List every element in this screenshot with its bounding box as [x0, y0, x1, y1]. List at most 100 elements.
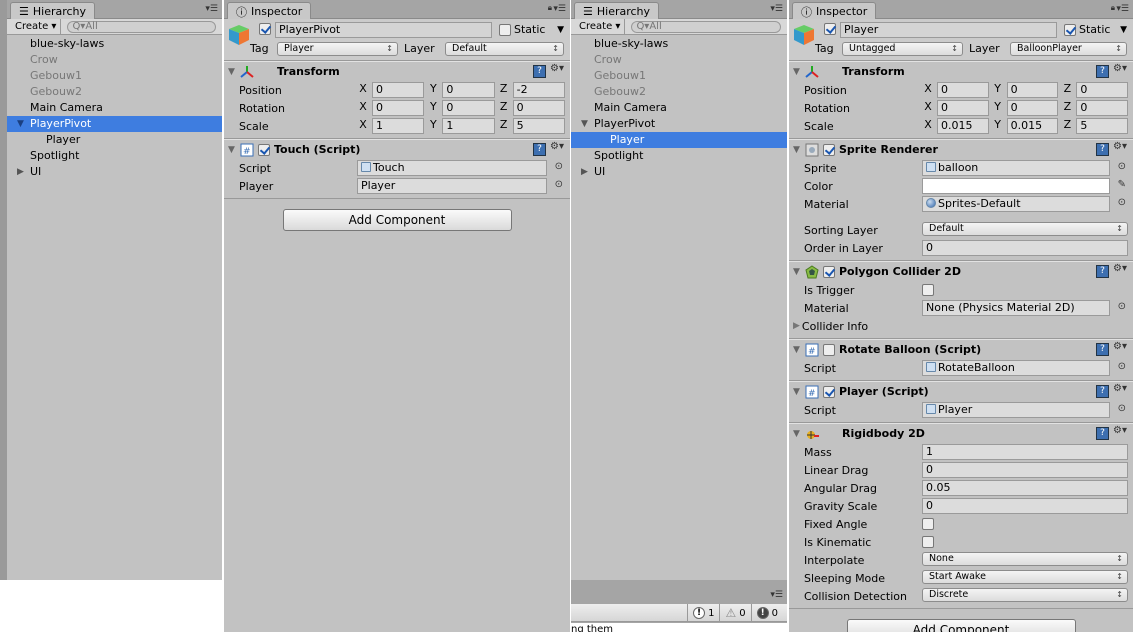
text-input[interactable]: 0 [922, 498, 1128, 514]
object-picker-icon[interactable]: ⊙ [555, 179, 563, 190]
hierarchy-item[interactable]: Player [571, 132, 787, 148]
z-input[interactable]: 5 [512, 118, 565, 134]
lock-icon[interactable]: 🔒︎ [548, 3, 552, 13]
hierarchy-item[interactable]: Gebouw2 [571, 84, 787, 100]
z-input[interactable]: 0 [1076, 82, 1129, 98]
object-picker-icon[interactable]: ⊙ [1118, 197, 1126, 208]
foldout-open-icon[interactable]: ▼ [793, 67, 805, 77]
object-field[interactable]: None (Physics Material 2D) [922, 300, 1110, 316]
active-checkbox[interactable] [824, 23, 836, 35]
object-field[interactable]: Player [357, 178, 547, 194]
foldout-open-icon[interactable]: ▼ [793, 429, 805, 439]
z-input[interactable]: 5 [1076, 118, 1129, 134]
z-input[interactable]: -2 [512, 82, 565, 98]
help-icon[interactable]: ? [1096, 65, 1109, 78]
tab-inspector[interactable]: ⓘ Inspector [227, 2, 312, 19]
static-dropdown-icon[interactable]: ▼ [1120, 25, 1127, 35]
static-checkbox[interactable] [499, 24, 511, 36]
component-header[interactable]: ▼ Transform? ⚙▾ [224, 61, 570, 81]
error-filter-toggle[interactable]: ! 0 [750, 604, 783, 622]
gear-icon[interactable]: ⚙▾ [1113, 383, 1127, 394]
static-checkbox[interactable] [1064, 24, 1076, 36]
help-icon[interactable]: ? [1096, 385, 1109, 398]
hierarchy-item[interactable]: Gebouw2 [7, 84, 222, 100]
gear-icon[interactable]: ⚙▾ [1113, 141, 1127, 152]
text-input[interactable]: 0 [922, 462, 1128, 478]
panel-menu-icon[interactable]: ▾☰ [553, 4, 566, 14]
object-field[interactable]: RotateBalloon [922, 360, 1110, 376]
object-picker-icon[interactable]: ⊙ [555, 161, 563, 172]
component-header[interactable]: ▼ # Rotate Balloon (Script)? ⚙▾ [789, 339, 1133, 359]
add-component-button[interactable]: Add Component [282, 209, 512, 231]
help-icon[interactable]: ? [1096, 343, 1109, 356]
help-icon[interactable]: ? [533, 65, 546, 78]
foldout-open-icon[interactable]: ▼ [793, 345, 805, 355]
component-header[interactable]: ▼ # Player (Script)? ⚙▾ [789, 381, 1133, 401]
checkbox[interactable] [922, 518, 934, 530]
color-field[interactable] [922, 178, 1110, 194]
search-input[interactable]: Q▾All [67, 20, 216, 33]
help-icon[interactable]: ? [1096, 265, 1109, 278]
layer-dropdown[interactable]: BalloonPlayer [1010, 42, 1127, 56]
object-field[interactable]: balloon [922, 160, 1110, 176]
foldout-open-icon[interactable]: ▼ [581, 116, 588, 132]
gear-icon[interactable]: ⚙▾ [1113, 263, 1127, 274]
component-enabled-checkbox[interactable] [823, 143, 835, 156]
foldout-closed-icon[interactable]: ▶ [581, 164, 588, 180]
name-field[interactable]: Player [840, 22, 1057, 38]
hierarchy-item[interactable]: ▶ UI [7, 164, 222, 180]
panel-menu-icon[interactable]: ▾☰ [1116, 4, 1129, 14]
component-enabled-checkbox[interactable] [258, 143, 270, 156]
text-input[interactable]: 0.05 [922, 480, 1128, 496]
hierarchy-item[interactable]: Gebouw1 [7, 68, 222, 84]
lock-icon[interactable]: 🔒︎ [1111, 3, 1115, 13]
x-input[interactable]: 1 [372, 118, 425, 134]
panel-menu-icon[interactable]: ▾☰ [770, 4, 783, 14]
panel-menu-icon[interactable]: ▾☰ [205, 4, 218, 14]
hierarchy-item[interactable]: Spotlight [571, 148, 787, 164]
x-input[interactable]: 0.015 [937, 118, 989, 134]
search-input[interactable]: Q▾All [631, 20, 781, 33]
gear-icon[interactable]: ⚙▾ [550, 141, 564, 152]
hierarchy-item[interactable]: Main Camera [7, 100, 222, 116]
x-input[interactable]: 0 [937, 100, 989, 116]
tag-dropdown[interactable]: Untagged [842, 42, 963, 56]
tab-hierarchy[interactable]: ☰ Hierarchy [574, 2, 660, 19]
create-button[interactable]: Create ▾ [11, 18, 62, 35]
y-input[interactable]: 0.015 [1006, 118, 1059, 134]
component-header[interactable]: ▼ Sprite Renderer? ⚙▾ [789, 139, 1133, 159]
y-input[interactable]: 0 [442, 100, 495, 116]
hierarchy-item[interactable]: Crow [571, 52, 787, 68]
warning-filter-toggle[interactable]: ⚠ 0 [719, 604, 750, 622]
hierarchy-item[interactable]: Main Camera [571, 100, 787, 116]
help-icon[interactable]: ? [533, 143, 546, 156]
hierarchy-item[interactable]: Player [7, 132, 222, 148]
hierarchy-item[interactable]: blue-sky-laws [7, 36, 222, 52]
help-icon[interactable]: ? [1096, 143, 1109, 156]
foldout-open-icon[interactable]: ▼ [793, 145, 805, 155]
component-header[interactable]: ▼ Rigidbody 2D? ⚙▾ [789, 423, 1133, 443]
checkbox[interactable] [922, 536, 934, 548]
foldout-open-icon[interactable]: ▼ [17, 116, 24, 132]
gear-icon[interactable]: ⚙▾ [550, 63, 564, 74]
component-header[interactable]: ▼ Transform? ⚙▾ [789, 61, 1133, 81]
z-input[interactable]: 0 [512, 100, 565, 116]
foldout-open-icon[interactable]: ▼ [228, 145, 240, 155]
text-input[interactable]: 0 [922, 240, 1128, 256]
object-picker-icon[interactable]: ⊙ [1118, 301, 1126, 312]
checkbox[interactable] [922, 284, 934, 296]
object-picker-icon[interactable]: ⊙ [1118, 161, 1126, 172]
foldout-open-icon[interactable]: ▼ [228, 67, 240, 77]
gear-icon[interactable]: ⚙▾ [1113, 341, 1127, 352]
component-header[interactable]: ▼ Polygon Collider 2D? ⚙▾ [789, 261, 1133, 281]
y-input[interactable]: 0 [442, 82, 495, 98]
component-enabled-checkbox[interactable] [823, 385, 835, 398]
tab-inspector[interactable]: ⓘ Inspector [792, 2, 877, 19]
hierarchy-item[interactable]: Spotlight [7, 148, 222, 164]
create-button[interactable]: Create ▾ [575, 18, 626, 35]
gear-icon[interactable]: ⚙▾ [1113, 63, 1127, 74]
hierarchy-item[interactable]: Gebouw1 [571, 68, 787, 84]
foldout-open-icon[interactable]: ▼ [793, 387, 805, 397]
eyedropper-icon[interactable]: ✎ [1118, 179, 1126, 190]
dropdown[interactable]: Discrete [922, 588, 1128, 602]
